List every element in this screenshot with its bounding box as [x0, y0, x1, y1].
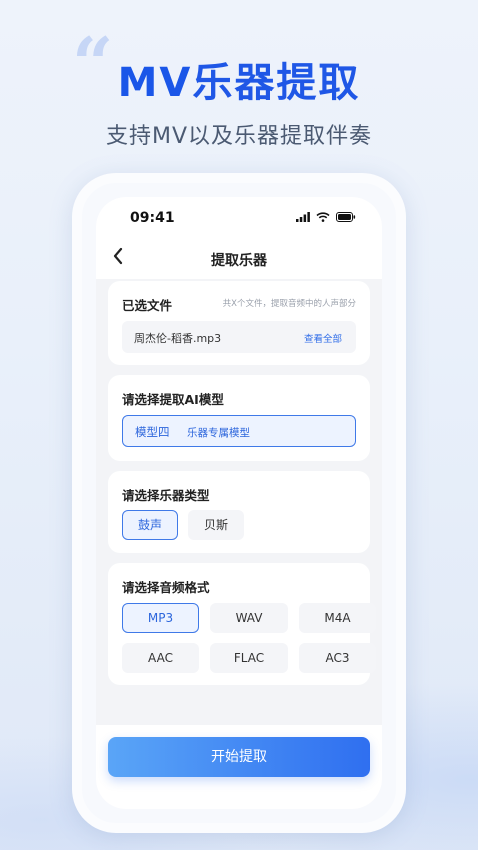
app-screen: 09:41 提取乐器 已选文件 共X个文件，提取音频中的人声部分 周杰伦-稻香.… [96, 197, 382, 809]
selected-file-hint: 共X个文件，提取音频中的人声部分 [222, 299, 356, 309]
audio-format-title: 请选择音频格式 [122, 580, 210, 595]
wifi-icon [316, 212, 330, 222]
format-option-ac3[interactable]: AC3 [299, 643, 376, 673]
hero-title-prefix: MV [117, 60, 193, 106]
ai-model-title: 请选择提取AI模型 [122, 392, 224, 407]
bottom-action-bar: 开始提取 [96, 725, 382, 809]
status-time: 09:41 [130, 210, 175, 226]
view-all-link[interactable]: 查看全部 [304, 331, 342, 345]
page-title: 提取乐器 [211, 253, 267, 269]
hero-title-main: 乐器提取 [192, 60, 361, 106]
format-option-aac[interactable]: AAC [122, 643, 199, 673]
model-select[interactable]: 模型四 乐器专属模型 [122, 415, 356, 447]
file-row: 周杰伦-稻香.mp3 查看全部 [122, 321, 356, 353]
format-option-mp3[interactable]: MP3 [122, 603, 199, 633]
status-bar: 09:41 [96, 197, 382, 239]
hero-subtitle: 支持MV以及乐器提取伴奏 [105, 124, 373, 149]
start-extract-button[interactable]: 开始提取 [108, 737, 370, 777]
instrument-type-card: 请选择乐器类型 鼓声 贝斯 [108, 471, 370, 553]
format-option-flac[interactable]: FLAC [210, 643, 288, 673]
hero-title: MV乐器提取 [0, 50, 478, 108]
model-name: 模型四 [135, 425, 170, 439]
file-name: 周杰伦-稻香.mp3 [134, 332, 222, 345]
instrument-option-bass[interactable]: 贝斯 [188, 510, 244, 540]
audio-format-card: 请选择音频格式 MP3 WAV M4A AAC FLAC AC3 [108, 563, 376, 685]
nav-bar: 提取乐器 [96, 239, 382, 279]
format-option-m4a[interactable]: M4A [299, 603, 376, 633]
status-icons [296, 212, 356, 222]
format-option-wav[interactable]: WAV [210, 603, 288, 633]
signal-icon [296, 212, 310, 222]
model-description: 乐器专属模型 [187, 427, 250, 439]
selected-file-title: 已选文件 [122, 298, 173, 313]
instrument-type-title: 请选择乐器类型 [122, 488, 210, 503]
phone-mockup: 09:41 提取乐器 已选文件 共X个文件，提取音频中的人声部分 周杰伦-稻香.… [72, 173, 406, 833]
battery-icon [336, 212, 356, 222]
instrument-option-drum[interactable]: 鼓声 [122, 510, 178, 540]
selected-file-card: 已选文件 共X个文件，提取音频中的人声部分 周杰伦-稻香.mp3 查看全部 [108, 281, 370, 365]
ai-model-card: 请选择提取AI模型 模型四 乐器专属模型 [108, 375, 370, 461]
